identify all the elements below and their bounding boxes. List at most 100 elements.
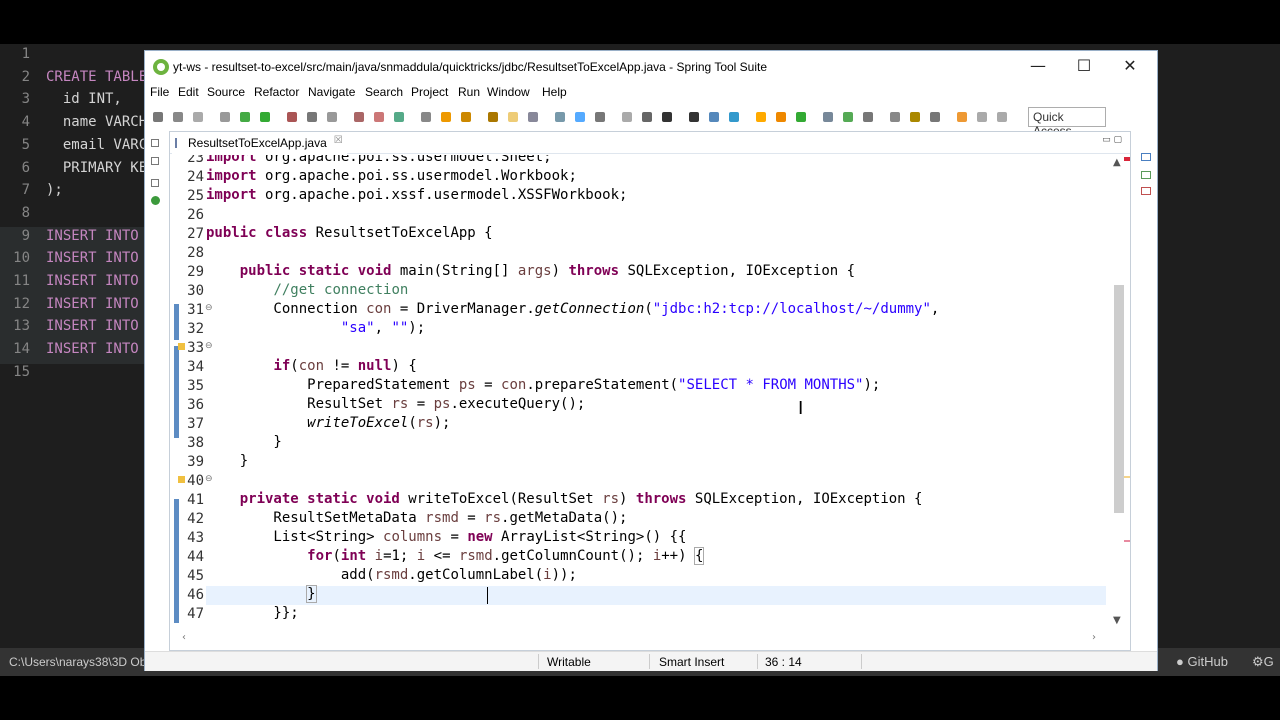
toolbar-icon[interactable] [173,112,183,122]
gear-icon: ⚙ [1252,654,1264,669]
toolbar-icon[interactable] [776,112,786,122]
minimize-maximize-icons[interactable]: ▭ ▢ [1102,135,1122,145]
toolbar-icon[interactable] [240,112,250,122]
toolbar-icon[interactable] [193,112,203,122]
toolbar-icon[interactable] [756,112,766,122]
code-line: public class ResultsetToExcelApp { [206,225,493,241]
overview-marker[interactable] [1124,540,1130,542]
menu-search[interactable]: Search [365,85,403,99]
title-bar[interactable]: yt-ws - resultset-to-excel/src/main/java… [145,51,1157,83]
toolbar-icon[interactable] [488,112,498,122]
code-line: ResultSetMetaData rsmd = rs.getMetaData(… [206,510,628,526]
toolbar-icon[interactable] [327,112,337,122]
boot-dashboard-icon[interactable] [151,196,160,205]
close-tab-icon[interactable]: ☒ [334,135,343,146]
toolbar-icon[interactable] [662,112,672,122]
toolbar-icon[interactable] [394,112,404,122]
outline-icon[interactable] [151,179,159,187]
warning-overview-marker[interactable] [1124,476,1130,478]
toolbar-icon[interactable] [622,112,632,122]
scroll-left-icon[interactable]: ‹ [182,632,186,643]
scroll-down-icon[interactable]: ▼ [1113,615,1121,626]
quick-access-input[interactable]: Quick Access [1028,107,1106,138]
toolbar-icon[interactable] [977,112,987,122]
menu-source[interactable]: Source [207,85,245,99]
scrollbar-thumb[interactable] [1114,285,1124,513]
toolbar-icon[interactable] [374,112,384,122]
code-line: writeToExcel(rs); [307,415,451,431]
problems-icon[interactable] [1141,187,1151,195]
toolbar-icon[interactable] [930,112,940,122]
horizontal-scrollbar[interactable]: ‹ › [170,630,1130,650]
toolbar-icon[interactable] [220,112,230,122]
restore-icon[interactable] [151,139,159,147]
toolbar-icon[interactable] [843,112,853,122]
toolbar-icon[interactable] [508,112,518,122]
toolbar-icon[interactable] [307,112,317,122]
toolbar-icon[interactable] [642,112,652,122]
background-status-path[interactable]: C:\Users\narays38\3D Ob [9,655,146,669]
menu-run[interactable]: Run [458,85,480,99]
toolbar-icon[interactable] [575,112,585,122]
toolbar-icon[interactable] [823,112,833,122]
menu-refactor[interactable]: Refactor [254,85,299,99]
toolbar-icon[interactable] [153,112,163,122]
toolbar-icon[interactable] [555,112,565,122]
toolbar-icon[interactable] [997,112,1007,122]
toolbar-icon[interactable] [957,112,967,122]
toolbar-icon[interactable] [863,112,873,122]
warning-marker-icon[interactable] [178,343,185,350]
package-explorer-icon[interactable] [151,157,159,165]
menu-file[interactable]: File [150,85,169,99]
scroll-right-icon[interactable]: › [1092,632,1096,643]
toolbar-icon[interactable] [441,112,451,122]
code-area[interactable]: 23 24 25 26 27 28 29 30 31 32 33 34 35 36 37 38 39 40 41 42… [170,155,1130,629]
line-number: 29 [187,264,204,280]
code-line: PreparedStatement ps = con.prepareStatem… [206,377,881,393]
vertical-scrollbar[interactable]: ▲ ▼ [1108,155,1130,629]
scroll-up-icon[interactable]: ▲ [1113,157,1121,168]
tab-resultset-to-excel-app[interactable]: ResultsetToExcelApp.java ☒ [172,132,347,154]
toolbar-icon[interactable] [689,112,699,122]
background-line-number: 9 [21,227,30,244]
toolbar-icon[interactable] [421,112,431,122]
toolbar-icon[interactable] [461,112,471,122]
code-line: import org.apache.poi.xssf.usermodel.XSS… [206,187,628,203]
toolbar-icon[interactable] [709,112,719,122]
background-code-line: INSERT INTO [46,341,139,358]
menu-help[interactable]: Help [542,85,567,99]
background-line-number: 14 [13,341,30,358]
toolbar-icon[interactable] [354,112,364,122]
github-status-item[interactable]: ● GitHub [1176,654,1228,669]
maximize-button[interactable]: ☐ [1061,51,1107,83]
menu-project[interactable]: Project [411,85,448,99]
status-cursor-position[interactable]: 36 : 14 [765,655,802,669]
background-line-number: 12 [13,295,30,312]
toolbar-icon[interactable] [287,112,297,122]
extra-status-item[interactable]: ⚙G [1252,654,1274,670]
code-line: } [206,453,249,469]
menu-window[interactable]: Window [487,85,530,99]
toolbar-icon[interactable] [528,112,538,122]
console-icon[interactable] [1141,153,1151,161]
menu-edit[interactable]: Edit [178,85,199,99]
close-button[interactable]: ✕ [1107,51,1153,83]
minimize-button[interactable]: — [1015,51,1061,83]
error-overview-marker[interactable] [1124,157,1130,161]
toolbar-icon[interactable] [910,112,920,122]
menu-navigate[interactable]: Navigate [308,85,355,99]
warning-marker-icon[interactable] [178,476,185,483]
status-separator [757,654,758,669]
github-label: GitHub [1187,654,1228,669]
line-number: 46 [187,587,204,603]
line-number: 23 [187,155,204,166]
toolbar-icon[interactable] [729,112,739,122]
toolbar-icon[interactable] [260,112,270,122]
status-insert-mode[interactable]: Smart Insert [659,655,724,669]
toolbar-icon[interactable] [890,112,900,122]
tasks-icon[interactable] [1141,171,1151,179]
toolbar-icon[interactable] [796,112,806,122]
toolbar-icon[interactable] [595,112,605,122]
